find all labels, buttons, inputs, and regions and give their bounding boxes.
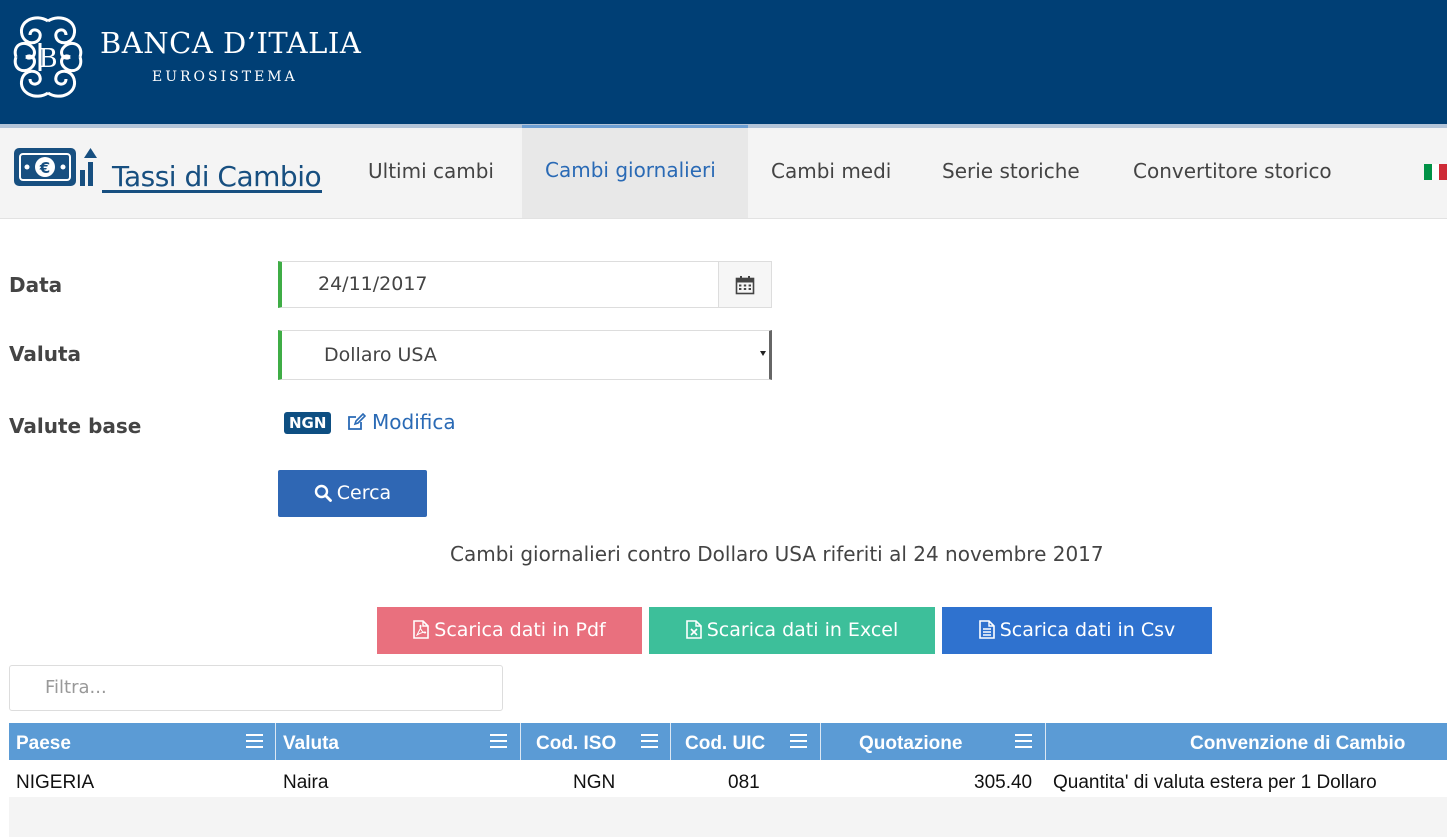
download-csv-button[interactable]: Scarica dati in Csv: [942, 607, 1212, 654]
column-header-paese[interactable]: Paese: [9, 723, 276, 760]
column-header-cod-iso[interactable]: Cod. ISO: [521, 723, 671, 760]
column-header-label: Valuta: [283, 733, 339, 754]
banknote-icon: €: [14, 148, 97, 186]
base-currency-badge: NGN: [284, 412, 332, 434]
date-value[interactable]: 24/11/2017: [318, 273, 428, 295]
download-pdf-label: Scarica dati in Pdf: [434, 619, 606, 641]
column-header-label: Convenzione di Cambio: [1190, 733, 1406, 754]
column-header-label: Quotazione: [859, 733, 963, 754]
calendar-icon: [735, 276, 755, 295]
download-csv-label: Scarica dati in Csv: [999, 619, 1176, 641]
cell-paese: NIGERIA: [16, 772, 95, 793]
app-title: Tassi di Cambio: [112, 160, 322, 193]
cell-quotazione: 305.40: [974, 772, 1033, 793]
table-empty-area: [9, 797, 1447, 837]
table-header: Paese Valuta Cod. ISO Cod. UIC Quotazion…: [9, 723, 1447, 760]
column-menu-icon[interactable]: [790, 731, 807, 748]
column-menu-icon[interactable]: [641, 731, 658, 748]
cell-valuta: Naira: [283, 772, 329, 793]
column-header-valuta[interactable]: Valuta: [276, 723, 521, 760]
file-text-icon: [978, 620, 995, 639]
site-header: B BANCA D’ITALIA EUROSISTEMA: [0, 0, 1447, 124]
cell-cod-uic: 081: [728, 772, 760, 793]
file-excel-icon: [685, 620, 702, 639]
app-logo[interactable]: € Tassi di Cambio: [12, 140, 324, 194]
column-menu-icon[interactable]: [490, 731, 507, 748]
cell-convenzione: Quantita' di valuta estera per 1 Dollaro: [1053, 772, 1377, 793]
base-currency-label: Valute base: [9, 414, 142, 438]
flag-italy-icon[interactable]: [1424, 164, 1447, 180]
edit-icon: [348, 412, 367, 430]
currency-value: Dollaro USA: [324, 344, 437, 366]
nav-serie-storiche[interactable]: Serie storiche: [919, 128, 1103, 218]
dropdown-arrow-icon: [760, 351, 766, 356]
download-excel-label: Scarica dati in Excel: [706, 619, 899, 641]
filter-input[interactable]: [43, 676, 487, 699]
column-menu-icon[interactable]: [1015, 731, 1032, 748]
nav-cambi-giornalieri[interactable]: Cambi giornalieri: [522, 125, 748, 218]
nav-convertitore-storico[interactable]: Convertitore storico: [1110, 128, 1355, 218]
svg-text:€: €: [39, 159, 50, 177]
download-excel-button[interactable]: Scarica dati in Excel: [649, 607, 935, 654]
edit-base-link[interactable]: Modifica: [347, 410, 456, 434]
nav-cambi-medi[interactable]: Cambi medi: [748, 128, 914, 218]
date-field[interactable]: 24/11/2017: [278, 261, 772, 308]
brand-name: BANCA D’ITALIA: [100, 26, 362, 60]
results-caption: Cambi giornalieri contro Dollaro USA rif…: [450, 542, 1104, 566]
brand-subtitle: EUROSISTEMA: [152, 69, 298, 85]
column-header-label: Paese: [16, 733, 71, 754]
app-title-underline: [102, 190, 322, 193]
column-header-label: Cod. UIC: [685, 733, 766, 754]
edit-base-label: Modifica: [372, 410, 456, 434]
calendar-button[interactable]: [718, 262, 771, 307]
column-header-quotazione[interactable]: Quotazione: [821, 723, 1046, 760]
column-menu-icon[interactable]: [246, 731, 263, 748]
currency-select[interactable]: Dollaro USA: [278, 330, 772, 380]
download-pdf-button[interactable]: Scarica dati in Pdf: [377, 607, 642, 654]
table-row[interactable]: NIGERIA Naira NGN 081 305.40 Quantita' d…: [9, 760, 1447, 797]
currency-label: Valuta: [9, 342, 82, 366]
nav-ultimi-cambi[interactable]: Ultimi cambi: [345, 128, 517, 218]
search-button[interactable]: Cerca: [278, 470, 427, 517]
cell-cod-iso: NGN: [573, 772, 616, 793]
file-pdf-icon: [413, 620, 430, 639]
search-button-label: Cerca: [336, 482, 392, 504]
search-icon: [314, 484, 332, 502]
column-header-label: Cod. ISO: [536, 733, 617, 754]
banca-italia-logo-icon[interactable]: B: [10, 15, 86, 99]
date-label: Data: [9, 273, 63, 297]
main-navbar: € Tassi di Cambio Ultimi cambi Cambi gio…: [0, 125, 1447, 219]
column-header-cod-uic[interactable]: Cod. UIC: [671, 723, 821, 760]
filter-field[interactable]: [9, 665, 503, 711]
column-header-convenzione[interactable]: Convenzione di Cambio: [1046, 723, 1447, 760]
